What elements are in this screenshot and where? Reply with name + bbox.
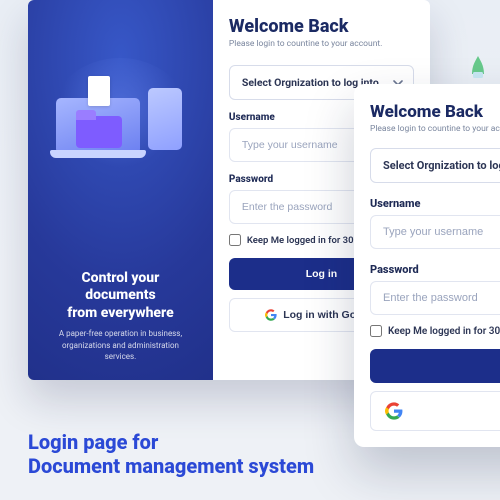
username-input-mobile[interactable] [370, 215, 500, 249]
password-input-mobile[interactable] [370, 281, 500, 315]
mobile-login-card: Welcome Back Please login to countine to… [354, 84, 500, 447]
hero-panel: Control your documentsfrom everywhere A … [28, 0, 213, 380]
google-icon [385, 402, 403, 420]
remember-label-mobile: Keep Me logged in for 30 days [388, 326, 500, 337]
folder-icon [76, 116, 122, 148]
canvas: Control your documentsfrom everywhere A … [0, 0, 500, 500]
org-select-label-mobile: Select Orgnization to log into [383, 159, 500, 172]
welcome-title: Welcome Back [229, 16, 414, 37]
password-label-mobile: Password [370, 263, 500, 276]
showcase-caption: Login page forDocument management system [28, 430, 314, 479]
hero-illustration [50, 58, 190, 178]
document-icon [88, 76, 110, 106]
remember-checkbox-row-mobile[interactable]: Keep Me logged in for 30 days [370, 325, 500, 337]
username-label-mobile: Username [370, 197, 500, 210]
hero-title: Control your documentsfrom everywhere [46, 270, 195, 323]
google-login-button-mobile[interactable] [370, 391, 500, 431]
org-select-mobile[interactable]: Select Orgnization to log into [370, 148, 500, 183]
remember-checkbox-mobile[interactable] [370, 325, 382, 337]
welcome-title-mobile: Welcome Back [370, 102, 500, 122]
remember-checkbox[interactable] [229, 234, 241, 246]
welcome-subtitle-mobile: Please login to countine to your account… [370, 124, 500, 134]
phone-icon [148, 88, 182, 150]
plant-decor [468, 54, 488, 78]
login-button-mobile[interactable] [370, 349, 500, 383]
welcome-subtitle: Please login to countine to your account… [229, 39, 414, 49]
google-icon [265, 309, 277, 321]
hero-subtitle: A paper-free operation in business, orga… [46, 328, 195, 362]
